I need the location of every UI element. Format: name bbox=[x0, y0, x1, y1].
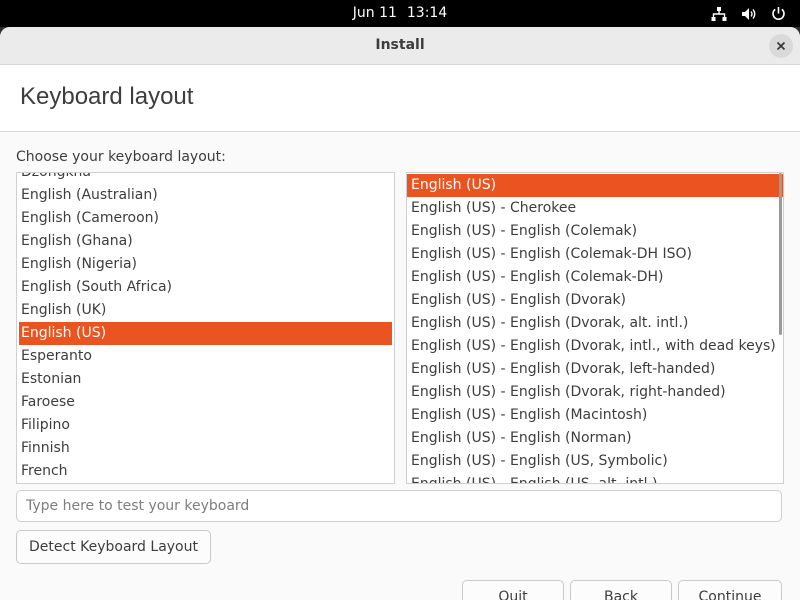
layout-list-item[interactable]: Esperanto bbox=[17, 345, 394, 368]
window-title: Install bbox=[375, 37, 425, 53]
page-header: Keyboard layout bbox=[0, 65, 800, 132]
layout-list-item[interactable]: Estonian bbox=[17, 368, 394, 391]
layout-list[interactable]: Dzongkha English (Australian) English (Cam… bbox=[16, 172, 395, 484]
layout-list-item[interactable]: English (UK) bbox=[17, 299, 394, 322]
layout-list-item[interactable]: English (Australian) bbox=[17, 184, 394, 207]
page-title: Keyboard layout bbox=[20, 83, 194, 110]
variant-list-item[interactable]: English (US) - Cherokee bbox=[407, 197, 783, 220]
layout-list-item[interactable]: English (Ghana) bbox=[17, 230, 394, 253]
continue-button[interactable]: Continue bbox=[678, 580, 782, 600]
layout-list-item[interactable]: Finnish bbox=[17, 437, 394, 460]
detect-layout-button[interactable]: Detect Keyboard Layout bbox=[16, 530, 211, 564]
system-tray[interactable] bbox=[711, 0, 786, 27]
variant-list-item[interactable]: English (US) - English (Dvorak, right-ha… bbox=[407, 381, 783, 404]
variant-list-item[interactable]: English (US) - English (Dvorak, alt. int… bbox=[407, 312, 783, 335]
variant-list-item[interactable]: English (US) - English (Norman) bbox=[407, 427, 783, 450]
layout-list-item[interactable]: English (US) bbox=[19, 322, 392, 345]
variant-list[interactable]: English (US) English (US) - Cherokee Engli… bbox=[406, 172, 784, 484]
layout-list-item[interactable]: English (South Africa) bbox=[17, 276, 394, 299]
keyboard-test-input[interactable] bbox=[16, 490, 782, 522]
installer-window: Install Keyboard layout Choose your keyb… bbox=[0, 27, 800, 600]
variant-list-item[interactable]: English (US) - English (Macintosh) bbox=[407, 404, 783, 427]
clock[interactable]: Jun 11 13:14 bbox=[0, 0, 800, 27]
variant-list-item[interactable]: English (US) - English (Dvorak, left-han… bbox=[407, 358, 783, 381]
quit-button[interactable]: Quit bbox=[462, 580, 564, 600]
layout-list-item[interactable]: Dzongkha bbox=[17, 173, 394, 184]
variant-list-item[interactable]: English (US) - English (Colemak-DH ISO) bbox=[407, 243, 783, 266]
volume-icon[interactable] bbox=[741, 7, 757, 21]
back-button[interactable]: Back bbox=[570, 580, 672, 600]
variant-list-item[interactable]: English (US) - English (US, Symbolic) bbox=[407, 450, 783, 473]
layout-list-items: Dzongkha English (Australian) English (Cam… bbox=[17, 173, 394, 483]
power-icon[interactable] bbox=[771, 6, 786, 21]
variant-list-item[interactable]: English (US) - English (Dvorak, intl., w… bbox=[407, 335, 783, 358]
layout-list-item[interactable]: Faroese bbox=[17, 391, 394, 414]
top-bar: Jun 11 13:14 bbox=[0, 0, 800, 27]
variant-list-item[interactable]: English (US) - English (US, alt. intl.) bbox=[407, 473, 783, 483]
layout-list-item[interactable]: French bbox=[17, 460, 394, 483]
variant-list-item[interactable]: English (US) - English (Colemak) bbox=[407, 220, 783, 243]
network-icon[interactable] bbox=[711, 6, 727, 21]
title-bar[interactable]: Install bbox=[0, 27, 800, 65]
variant-list-item[interactable]: English (US) - English (Dvorak) bbox=[407, 289, 783, 312]
layout-list-item[interactable]: Filipino bbox=[17, 414, 394, 437]
variant-list-items: English (US) English (US) - Cherokee Engli… bbox=[407, 174, 783, 483]
clock-date: Jun 11 bbox=[352, 5, 397, 21]
variant-list-item[interactable]: English (US) bbox=[407, 174, 783, 197]
layout-prompt: Choose your keyboard layout: bbox=[16, 149, 226, 165]
layout-list-item[interactable]: English (Cameroon) bbox=[17, 207, 394, 230]
close-button[interactable] bbox=[769, 34, 793, 58]
layout-list-item[interactable]: English (Nigeria) bbox=[17, 253, 394, 276]
close-icon bbox=[776, 41, 786, 51]
variant-list-item[interactable]: English (US) - English (Colemak-DH) bbox=[407, 266, 783, 289]
clock-time: 13:14 bbox=[406, 5, 448, 21]
variant-scrollbar[interactable] bbox=[779, 173, 782, 335]
